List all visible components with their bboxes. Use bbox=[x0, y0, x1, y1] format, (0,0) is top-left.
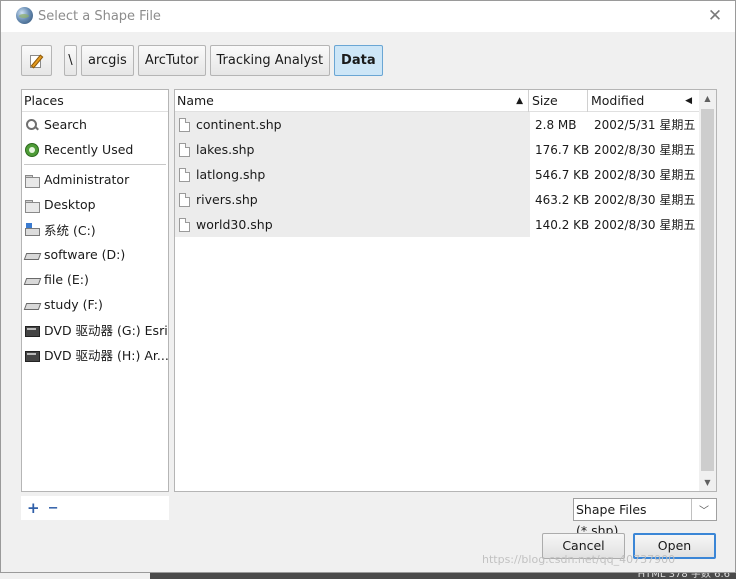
file-icon bbox=[179, 192, 190, 207]
place-dvd-h[interactable]: DVD 驱动器 (H:) Ar... bbox=[22, 342, 168, 367]
column-size-label: Size bbox=[532, 93, 558, 108]
vertical-scrollbar[interactable]: ▲ ▼ bbox=[699, 90, 716, 491]
column-header-modified[interactable]: Modified ◀ bbox=[591, 90, 695, 112]
path-bar: \ arcgis ArcTutor Tracking Analyst Data bbox=[21, 45, 383, 76]
file-list: Name ▲ Size Modified ◀ continent.shp 2.8… bbox=[174, 89, 717, 492]
place-label: Search bbox=[44, 117, 87, 132]
file-modified: 2002/8/30 星期五 bbox=[594, 193, 696, 207]
breadcrumb-data[interactable]: Data bbox=[334, 45, 383, 76]
place-label: Recently Used bbox=[44, 142, 134, 157]
place-drive-c[interactable]: 系统 (C:) bbox=[22, 217, 168, 242]
file-rows: continent.shp 2.8 MB 2002/5/31 星期五 lakes… bbox=[175, 112, 700, 237]
folder-icon bbox=[25, 198, 40, 213]
file-icon bbox=[179, 217, 190, 232]
file-row[interactable]: rivers.shp 463.2 KB 2002/8/30 星期五 bbox=[175, 187, 700, 212]
file-name: lakes.shp bbox=[196, 142, 255, 157]
drive-icon bbox=[25, 273, 39, 287]
file-size: 140.2 KB bbox=[535, 217, 590, 232]
place-search[interactable]: Search bbox=[22, 112, 168, 137]
place-desktop[interactable]: Desktop bbox=[22, 192, 168, 217]
breadcrumb-arcgis[interactable]: arcgis bbox=[81, 45, 134, 76]
title-bar: Select a Shape File ✕ bbox=[1, 1, 735, 32]
drive-icon bbox=[25, 298, 39, 312]
breadcrumb-arctutor[interactable]: ArcTutor bbox=[137, 45, 206, 76]
file-size: 546.7 KB bbox=[535, 167, 590, 182]
place-drive-f[interactable]: study (F:) bbox=[22, 292, 168, 317]
dvd-icon bbox=[25, 323, 40, 337]
places-footer: + − bbox=[21, 496, 169, 520]
place-drive-d[interactable]: software (D:) bbox=[22, 242, 168, 267]
edit-path-button[interactable] bbox=[21, 45, 52, 76]
chevron-down-icon[interactable]: ﹀ bbox=[692, 502, 716, 517]
select-shape-file-dialog: Select a Shape File ✕ \ arcgis ArcTutor … bbox=[0, 0, 736, 573]
globe-app-icon bbox=[16, 7, 33, 24]
column-modified-label: Modified bbox=[591, 93, 645, 108]
column-header-name[interactable]: Name ▲ bbox=[177, 90, 529, 112]
file-name: world30.shp bbox=[196, 217, 273, 232]
dvd-icon bbox=[25, 348, 40, 362]
breadcrumb-tracking-analyst[interactable]: Tracking Analyst bbox=[209, 45, 331, 76]
file-row[interactable]: lakes.shp 176.7 KB 2002/8/30 星期五 bbox=[175, 137, 700, 162]
file-row[interactable]: latlong.shp 546.7 KB 2002/8/30 星期五 bbox=[175, 162, 700, 187]
file-modified: 2002/8/30 星期五 bbox=[594, 218, 696, 232]
remove-place-button[interactable]: − bbox=[48, 501, 59, 516]
place-dvd-g[interactable]: DVD 驱动器 (G:) Esri bbox=[22, 317, 168, 342]
sort-ascending-icon: ▲ bbox=[516, 96, 523, 106]
file-size: 2.8 MB bbox=[535, 117, 577, 132]
place-label: DVD 驱动器 (G:) Esri bbox=[44, 323, 168, 338]
place-drive-e[interactable]: file (E:) bbox=[22, 267, 168, 292]
search-icon bbox=[25, 118, 39, 132]
file-modified: 2002/5/31 星期五 bbox=[594, 118, 696, 132]
places-header[interactable]: Places bbox=[22, 90, 168, 112]
watermark: https://blog.csdn.net/qq_40737900 bbox=[482, 553, 676, 566]
file-icon bbox=[179, 167, 190, 182]
place-label: study (F:) bbox=[44, 297, 103, 312]
place-label: DVD 驱动器 (H:) Ar... bbox=[44, 348, 168, 363]
scroll-down-arrow-icon[interactable]: ▼ bbox=[699, 474, 716, 491]
file-row[interactable]: continent.shp 2.8 MB 2002/5/31 星期五 bbox=[175, 112, 700, 137]
open-label: Open bbox=[657, 538, 692, 553]
file-name: rivers.shp bbox=[196, 192, 258, 207]
folder-icon bbox=[25, 173, 40, 188]
place-label: Administrator bbox=[44, 172, 130, 187]
column-scroll-left-icon: ◀ bbox=[685, 96, 692, 106]
breadcrumb-root[interactable]: \ bbox=[64, 45, 77, 76]
place-administrator[interactable]: Administrator bbox=[22, 167, 168, 192]
file-size: 176.7 KB bbox=[535, 142, 590, 157]
file-modified: 2002/8/30 星期五 bbox=[594, 168, 696, 182]
dialog-title: Select a Shape File bbox=[38, 9, 161, 24]
file-name: continent.shp bbox=[196, 117, 282, 132]
file-size: 463.2 KB bbox=[535, 192, 590, 207]
file-type-filter[interactable]: Shape Files (*.shp) ﹀ bbox=[573, 498, 717, 538]
column-header-size[interactable]: Size bbox=[531, 90, 588, 112]
place-label: file (E:) bbox=[44, 272, 89, 287]
file-list-header: Name ▲ Size Modified ◀ bbox=[175, 90, 716, 112]
system-drive-icon bbox=[25, 222, 40, 237]
file-name: latlong.shp bbox=[196, 167, 266, 182]
recent-icon bbox=[25, 142, 39, 157]
place-label: Desktop bbox=[44, 197, 96, 212]
file-icon bbox=[179, 142, 190, 157]
add-place-button[interactable]: + bbox=[27, 499, 40, 517]
drive-icon bbox=[25, 248, 39, 262]
file-icon bbox=[179, 117, 190, 132]
place-recently-used[interactable]: Recently Used bbox=[22, 137, 168, 162]
filter-value: Shape Files (*.shp) bbox=[574, 499, 692, 538]
place-label: software (D:) bbox=[44, 247, 126, 262]
close-icon[interactable]: ✕ bbox=[703, 5, 727, 27]
cancel-label: Cancel bbox=[562, 538, 605, 553]
file-row[interactable]: world30.shp 140.2 KB 2002/8/30 星期五 bbox=[175, 212, 700, 237]
places-panel: Places Search Recently Used Administrato… bbox=[21, 89, 169, 492]
place-label: 系统 (C:) bbox=[44, 223, 96, 238]
scroll-thumb[interactable] bbox=[701, 109, 714, 471]
places-separator bbox=[24, 164, 166, 165]
column-name-label: Name bbox=[177, 93, 214, 108]
file-modified: 2002/8/30 星期五 bbox=[594, 143, 696, 157]
scroll-up-arrow-icon[interactable]: ▲ bbox=[699, 90, 716, 107]
pencil-edit-icon bbox=[29, 53, 45, 69]
places-header-label: Places bbox=[24, 93, 64, 108]
